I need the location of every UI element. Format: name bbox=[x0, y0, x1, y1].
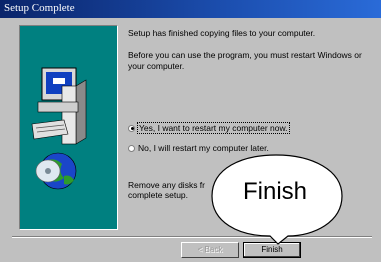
finish-callout bbox=[211, 154, 343, 245]
callout-label: Finish bbox=[242, 178, 308, 205]
setup-complete-dialog: Setup Complete Setup has finished copyin… bbox=[0, 0, 381, 262]
